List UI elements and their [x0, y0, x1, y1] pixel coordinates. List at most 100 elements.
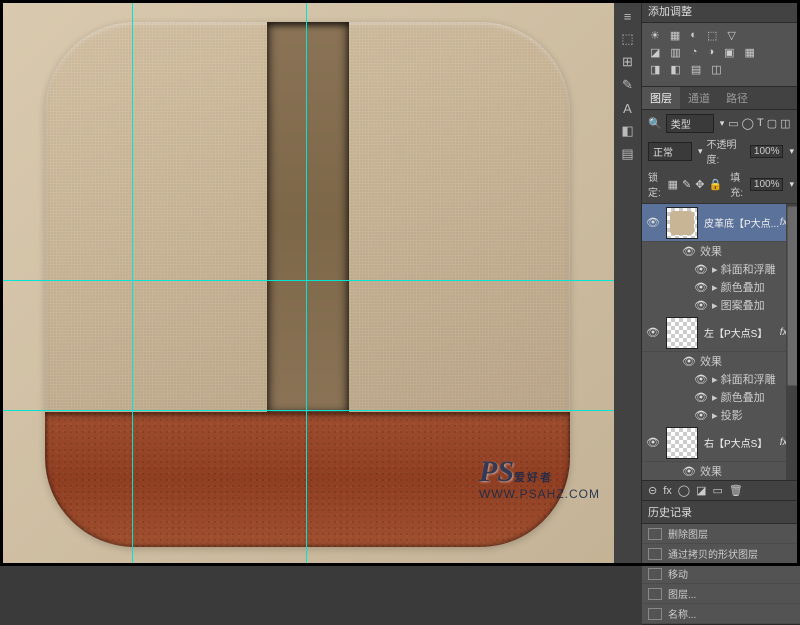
filter-icon[interactable]: ▭ — [728, 117, 738, 130]
lock-option-icon[interactable]: ✥ — [695, 178, 704, 191]
layer-row[interactable]: 👁右【P大点S】fx▾ — [642, 424, 800, 462]
chevron-down-icon[interactable]: ▾ — [720, 118, 725, 129]
history-title: 历史记录 — [642, 501, 800, 524]
blend-mode-select[interactable]: 正常 — [648, 142, 692, 161]
toolstrip-button[interactable]: ⊞ — [617, 51, 639, 73]
lock-option-icon[interactable]: ✎ — [682, 178, 691, 191]
layer-effect[interactable]: 👁▸ 图案叠加 — [642, 296, 800, 314]
adjustment-icon[interactable]: ◫ — [711, 63, 721, 76]
layer-effect[interactable]: 👁效果 — [642, 462, 800, 480]
adjustment-icon[interactable]: ▦ — [745, 46, 755, 59]
layer-row[interactable]: 👁皮革底【P大点...fx▾ — [642, 204, 800, 242]
adjustments-panel: 添加调整 ☀ ▦ ◐ ⬚ ▽ ◪ ▥ ◔ ◑ ▣ ▦ ◨ ◧ ▤ ◫ — [642, 0, 800, 87]
history-item[interactable]: 图层... — [642, 584, 800, 604]
visibility-icon[interactable]: 👁 — [646, 436, 660, 449]
toolstrip-button[interactable]: ✎ — [617, 74, 639, 96]
layer-effect[interactable]: 👁▸ 斜面和浮雕 — [642, 370, 800, 388]
history-snapshot-box — [648, 548, 662, 560]
visibility-icon[interactable]: 👁 — [694, 373, 708, 386]
lock-label: 锁定: — [648, 169, 664, 199]
history-item[interactable]: 名称... — [642, 604, 800, 624]
layer-thumbnail[interactable] — [666, 207, 698, 239]
visibility-icon[interactable]: 👁 — [646, 326, 660, 339]
tab-paths[interactable]: 路径 — [718, 87, 756, 109]
guide-vertical[interactable] — [306, 0, 307, 566]
adjustment-icon[interactable]: ▦ — [670, 29, 680, 42]
chevron-down-icon[interactable]: ▾ — [698, 146, 703, 157]
layer-row[interactable]: 👁左【P大点S】fx▾ — [642, 314, 800, 352]
chevron-down-icon[interactable]: ▾ — [789, 146, 794, 157]
guide-vertical[interactable] — [132, 0, 133, 566]
guide-horizontal[interactable] — [0, 280, 614, 281]
layer-effect[interactable]: 👁▸ 斜面和浮雕 — [642, 260, 800, 278]
layer-effect[interactable]: 👁▸ 颜色叠加 — [642, 388, 800, 406]
filter-icon[interactable]: ▢ — [767, 117, 777, 130]
panel-toolstrip: ≡⬚⊞✎A◧▤ — [614, 0, 642, 566]
layers-footer: ⊝ fx ◯ ◪ ▭ 🗑 — [642, 480, 800, 500]
chevron-down-icon[interactable]: ▾ — [789, 179, 794, 190]
adjustment-icon[interactable]: ◔ — [691, 46, 698, 59]
layers-footer-button[interactable]: ◪ — [696, 484, 706, 497]
search-icon[interactable]: 🔍 — [648, 117, 662, 130]
guide-horizontal[interactable] — [0, 410, 614, 411]
history-item[interactable]: 删除图层 — [642, 524, 800, 544]
tab-channels[interactable]: 通道 — [680, 87, 718, 109]
filter-kind-select[interactable]: 类型 — [666, 114, 714, 133]
layers-footer-button[interactable]: ◯ — [678, 484, 690, 497]
visibility-icon[interactable]: 👁 — [682, 465, 696, 478]
layer-effect[interactable]: 👁▸ 投影 — [642, 406, 800, 424]
layer-effect[interactable]: 👁效果 — [642, 352, 800, 370]
filter-icon[interactable]: ◫ — [780, 117, 790, 130]
adjustment-icon[interactable]: ◨ — [650, 63, 660, 76]
visibility-icon[interactable]: 👁 — [694, 263, 708, 276]
history-item[interactable]: 通过拷贝的形状图层 — [642, 544, 800, 564]
layers-footer-button[interactable]: ▭ — [713, 484, 723, 497]
layers-footer-button[interactable]: ⊝ — [648, 484, 657, 497]
visibility-icon[interactable]: 👁 — [694, 299, 708, 312]
layer-effect[interactable]: 👁效果 — [642, 242, 800, 260]
adjustments-title: 添加调整 — [642, 0, 800, 23]
visibility-icon[interactable]: 👁 — [694, 409, 708, 422]
history-item[interactable]: 移动 — [642, 564, 800, 584]
layer-thumbnail[interactable] — [666, 317, 698, 349]
visibility-icon[interactable]: 👁 — [694, 281, 708, 294]
layers-list[interactable]: 👁皮革底【P大点...fx▾👁效果👁▸ 斜面和浮雕👁▸ 颜色叠加👁▸ 图案叠加👁… — [642, 204, 800, 480]
layers-scrollbar[interactable] — [786, 204, 800, 480]
filter-icon[interactable]: T — [757, 117, 764, 130]
layers-footer-button[interactable]: fx — [663, 485, 672, 497]
visibility-icon[interactable]: 👁 — [682, 245, 696, 258]
layers-panel-tabs: 图层通道路径 — [642, 87, 800, 110]
layers-footer-button[interactable]: 🗑 — [729, 484, 743, 497]
toolstrip-button[interactable]: A — [617, 97, 639, 119]
toolstrip-button[interactable]: ◧ — [617, 120, 639, 142]
adjustment-icon[interactable]: ▣ — [724, 46, 734, 59]
layer-effect[interactable]: 👁▸ 颜色叠加 — [642, 278, 800, 296]
filter-icon[interactable]: ◯ — [742, 117, 754, 130]
lock-option-icon[interactable]: 🔒 — [709, 178, 723, 191]
adjustment-icon[interactable]: ⬚ — [707, 29, 717, 42]
adjustment-icon[interactable]: ◑ — [707, 46, 714, 59]
layer-name[interactable]: 皮革底【P大点... — [704, 215, 780, 230]
adjustment-icon[interactable]: ◐ — [690, 29, 697, 42]
tab-layers[interactable]: 图层 — [642, 87, 680, 109]
adjustment-icon[interactable]: ▥ — [670, 46, 680, 59]
visibility-icon[interactable]: 👁 — [646, 216, 660, 229]
adjustment-icon[interactable]: ◪ — [650, 46, 660, 59]
visibility-icon[interactable]: 👁 — [694, 391, 708, 404]
layer-thumbnail[interactable] — [666, 427, 698, 459]
adjustment-icon[interactable]: ◧ — [670, 63, 680, 76]
toolstrip-button[interactable]: ▤ — [617, 143, 639, 165]
toolstrip-button[interactable]: ⬚ — [617, 28, 639, 50]
adjustment-icon[interactable]: ▤ — [691, 63, 701, 76]
layer-name[interactable]: 右【P大点S】 — [704, 435, 780, 450]
layer-name[interactable]: 左【P大点S】 — [704, 325, 780, 340]
toolstrip-button[interactable]: ≡ — [617, 5, 639, 27]
opacity-input[interactable]: 100% — [750, 145, 784, 158]
panels-dock: ≡⬚⊞✎A◧▤ 添加调整 ☀▦◐⬚▽ ◪▥◔◑▣▦ ◨◧▤◫ 图层通道路径 🔍 … — [614, 0, 800, 566]
fill-input[interactable]: 100% — [750, 178, 784, 191]
adjustment-icon[interactable]: ☀ — [650, 29, 660, 42]
lock-option-icon[interactable]: ▦ — [668, 178, 678, 191]
adjustment-icon[interactable]: ▽ — [727, 29, 735, 42]
fill-label: 填充: — [730, 169, 746, 199]
visibility-icon[interactable]: 👁 — [682, 355, 696, 368]
